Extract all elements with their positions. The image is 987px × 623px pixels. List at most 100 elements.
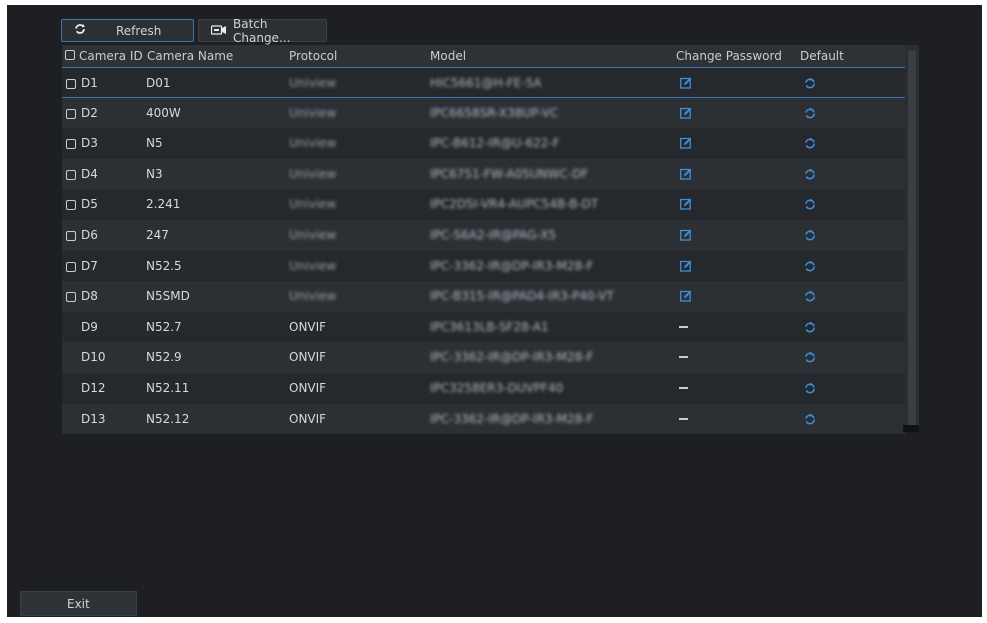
- restore-default-icon[interactable]: [804, 107, 816, 122]
- model: IPC2D5I-VR4-AUPC54B-B-DT: [430, 197, 599, 212]
- table-row[interactable]: D1 D01 Uniview HIC5661@H-FE-5A: [62, 67, 905, 98]
- camera-name: N52.11: [146, 380, 190, 395]
- protocol: ONVIF: [289, 319, 327, 334]
- protocol: Uniview: [289, 227, 337, 242]
- edit-password-icon[interactable]: [680, 260, 692, 275]
- edit-password-icon[interactable]: [680, 168, 692, 183]
- password-unavailable-dash: [679, 325, 688, 328]
- model: IPC-3362-IR@DP-IR3-M28-F: [430, 411, 594, 426]
- camera-name: 2.241: [146, 197, 181, 212]
- camera-name: D01: [146, 76, 171, 90]
- batch-change-button[interactable]: Batch Change...: [198, 16, 327, 45]
- restore-default-icon[interactable]: [804, 351, 816, 366]
- table-row[interactable]: D6 247 Uniview IPC-S6A2-IR@PAG-X5: [62, 219, 905, 251]
- edit-password-icon[interactable]: [680, 290, 692, 305]
- table-row[interactable]: D7 N52.5 Uniview IPC-3362-IR@DP-IR3-M28-F: [62, 250, 905, 282]
- model: IPC-B315-IR@PAD4-IR3-P40-VT: [430, 289, 614, 304]
- camera-id: D5: [81, 197, 98, 212]
- restore-default-icon[interactable]: [804, 290, 816, 305]
- model: IPC-B612-IR@U-622-F: [430, 136, 560, 151]
- protocol: Uniview: [289, 166, 337, 181]
- protocol: Uniview: [289, 258, 337, 273]
- table-row[interactable]: D3 N5 Uniview IPC-B612-IR@U-622-F: [62, 128, 905, 159]
- row-checkbox[interactable]: [66, 169, 76, 180]
- select-all-checkbox[interactable]: [65, 50, 75, 60]
- edit-password-icon[interactable]: [680, 137, 692, 152]
- protocol: ONVIF: [289, 350, 327, 365]
- camera-name: N5: [146, 136, 163, 151]
- edit-password-icon[interactable]: [680, 107, 692, 122]
- table-header: Camera ID Camera Name Protocol Model Cha…: [62, 45, 905, 67]
- model: HIC5661@H-FE-5A: [430, 76, 542, 90]
- restore-default-icon[interactable]: [804, 137, 816, 152]
- camera-id: D10: [81, 350, 106, 365]
- refresh-button[interactable]: Refresh: [61, 19, 194, 42]
- restore-default-icon[interactable]: [804, 260, 816, 275]
- camera-id: D12: [81, 380, 106, 395]
- row-checkbox[interactable]: [66, 139, 76, 150]
- camera-name: 400W: [146, 105, 181, 120]
- restore-default-icon[interactable]: [804, 77, 816, 92]
- header-model: Model: [430, 49, 467, 63]
- protocol: Uniview: [289, 105, 337, 120]
- restore-default-icon[interactable]: [804, 413, 816, 428]
- camera-name: N52.7: [146, 319, 182, 334]
- row-checkbox[interactable]: [66, 261, 76, 272]
- camera-name: N5SMD: [146, 289, 190, 304]
- camera-id: D4: [81, 166, 98, 181]
- model: IPC6658SR-X38UP-VC: [430, 105, 559, 120]
- edit-password-icon[interactable]: [680, 198, 692, 213]
- restore-default-icon[interactable]: [804, 198, 816, 213]
- restore-default-icon[interactable]: [804, 321, 816, 336]
- table-row[interactable]: D9 N52.7 ONVIF IPC3613LB-SF28-A1: [62, 311, 905, 343]
- model: IPC-3362-IR@DP-IR3-M28-F: [430, 258, 594, 273]
- camera-table: Camera ID Camera Name Protocol Model Cha…: [62, 45, 919, 435]
- camera-name: N52.12: [146, 411, 190, 426]
- table-row[interactable]: D13 N52.12 ONVIF IPC-3362-IR@DP-IR3-M28-F: [62, 403, 905, 435]
- password-unavailable-dash: [679, 386, 688, 389]
- model: IPC3258ER3-DUVPF40: [430, 380, 564, 395]
- row-checkbox[interactable]: [66, 230, 76, 241]
- protocol: ONVIF: [289, 380, 327, 395]
- exit-button[interactable]: Exit: [20, 591, 137, 616]
- camera-id: D6: [81, 227, 98, 242]
- model: IPC3613LB-SF28-A1: [430, 319, 549, 334]
- model: IPC-S6A2-IR@PAG-X5: [430, 227, 557, 242]
- protocol: Uniview: [289, 197, 337, 212]
- table-row[interactable]: D2 400W Uniview IPC6658SR-X38UP-VC: [62, 97, 905, 129]
- table-row[interactable]: D10 N52.9 ONVIF IPC-3362-IR@DP-IR3-M28-F: [62, 342, 905, 373]
- exit-label: Exit: [67, 596, 90, 611]
- header-camera-name: Camera Name: [147, 49, 234, 63]
- row-checkbox[interactable]: [66, 108, 76, 119]
- protocol: Uniview: [289, 76, 337, 90]
- camera-name: N3: [146, 166, 163, 181]
- camera-name: N52.5: [146, 258, 182, 273]
- table-row[interactable]: D12 N52.11 ONVIF IPC3258ER3-DUVPF40: [62, 372, 905, 404]
- protocol: ONVIF: [289, 411, 327, 426]
- table-row[interactable]: D5 2.241 Uniview IPC2D5I-VR4-AUPC54B-B-DT: [62, 189, 905, 220]
- camera-id: D7: [81, 258, 98, 273]
- protocol: Uniview: [289, 289, 337, 304]
- table-row[interactable]: D4 N3 Uniview IPC6751-FW-A05UNWC-DF: [62, 158, 905, 190]
- table-row[interactable]: D8 N5SMD Uniview IPC-B315-IR@PAD4-IR3-P40-V…: [62, 281, 905, 312]
- protocol: Uniview: [289, 136, 337, 151]
- camera-id: D3: [81, 136, 98, 151]
- refresh-icon: [74, 23, 86, 38]
- restore-default-icon[interactable]: [804, 229, 816, 244]
- camera-name: N52.9: [146, 350, 182, 365]
- header-camera-id: Camera ID: [79, 49, 143, 63]
- row-checkbox[interactable]: [66, 200, 76, 211]
- scrollbar-end: [903, 425, 919, 432]
- edit-password-icon[interactable]: [680, 229, 692, 244]
- password-unavailable-dash: [679, 417, 688, 420]
- camera-management-window: Refresh Batch Change... Camera ID Camera…: [7, 5, 982, 617]
- restore-default-icon[interactable]: [804, 382, 816, 397]
- camera-id: D2: [81, 105, 98, 120]
- scrollbar-thumb[interactable]: [908, 51, 916, 426]
- edit-password-icon[interactable]: [680, 77, 692, 92]
- restore-default-icon[interactable]: [804, 168, 816, 183]
- row-checkbox[interactable]: [66, 292, 76, 303]
- row-checkbox[interactable]: [66, 79, 76, 89]
- batch-change-label: Batch Change...: [233, 16, 291, 45]
- model: IPC6751-FW-A05UNWC-DF: [430, 166, 589, 181]
